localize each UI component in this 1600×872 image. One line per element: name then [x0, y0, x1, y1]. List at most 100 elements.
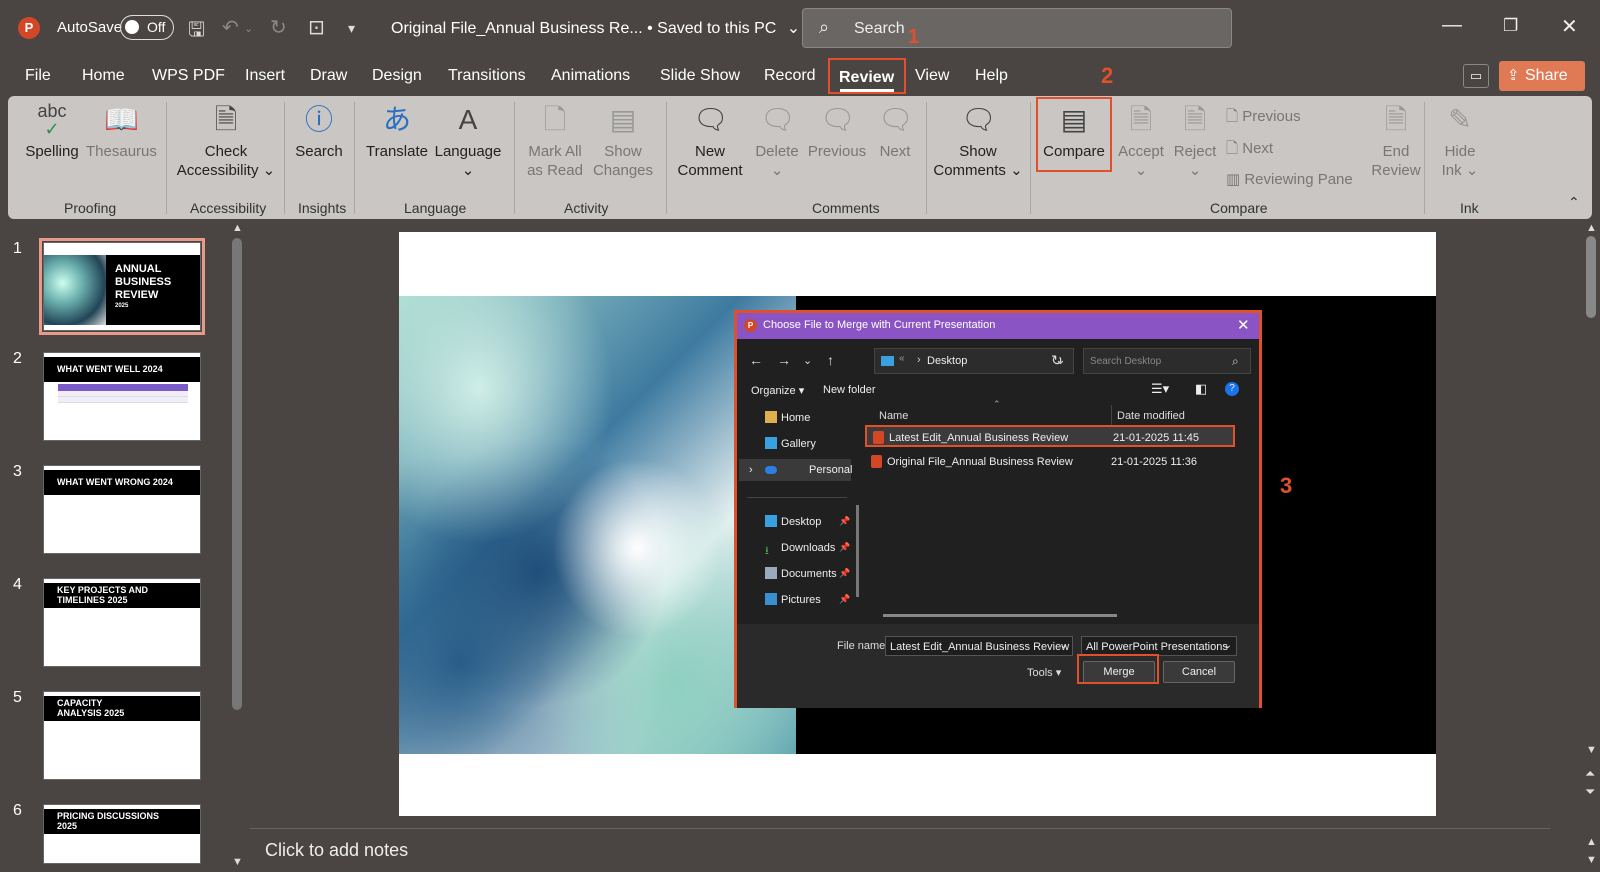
nav-scrollbar[interactable] — [856, 505, 859, 597]
previous-change-button[interactable]: 🗋 Previous — [1226, 106, 1301, 131]
close-icon[interactable]: ✕ — [1561, 14, 1578, 39]
next-slide-icon[interactable]: ⏷ — [1585, 784, 1595, 800]
slide-thumbnail-5[interactable]: CAPACITY ANALYSIS 2025 — [43, 691, 201, 780]
view-options-icon[interactable]: ☰▾ — [1151, 381, 1169, 397]
slide-thumbnail-4[interactable]: KEY PROJECTS AND TIMELINES 2025 — [43, 578, 201, 667]
delete-comment-button[interactable]: 🗨 Delete ⌄ — [750, 102, 804, 180]
file-list-scrollbar[interactable] — [883, 614, 1117, 617]
mark-all-as-read-button[interactable]: 🗋 Mark All as Read — [522, 102, 588, 180]
slide-thumbnail-1[interactable]: ANNUAL BUSINESS REVIEW 2025 — [39, 238, 205, 335]
scroll-up-icon[interactable]: ▲ — [232, 222, 243, 234]
previous-comment-button[interactable]: 🗨 Previous — [804, 102, 870, 161]
hide-ink-button[interactable]: ✎ Hide Ink ⌄ — [1430, 102, 1490, 180]
autosave-toggle[interactable]: Off — [120, 15, 174, 40]
reject-button[interactable]: 🗎 Reject ⌄ — [1168, 102, 1222, 180]
file-type-select[interactable]: All PowerPoint Presentations ⌄ — [1081, 636, 1237, 656]
thumbnail-title: KEY PROJECTS AND TIMELINES 2025 — [57, 585, 149, 605]
tab-design[interactable]: Design — [372, 67, 422, 85]
nav-pictures[interactable]: Pictures 📌 — [739, 589, 851, 611]
thumbnails-scrollbar[interactable] — [232, 238, 242, 710]
forward-arrow-icon[interactable]: → — [777, 352, 791, 368]
tab-insert[interactable]: Insert — [245, 67, 285, 85]
tab-file[interactable]: File — [25, 67, 51, 85]
spelling-button[interactable]: abc ✓ Spelling — [24, 102, 80, 161]
new-comment-button[interactable]: 🗨 New Comment — [672, 102, 748, 180]
comments-icon[interactable]: ▭ — [1463, 64, 1489, 88]
column-date-modified[interactable]: Date modified — [1117, 410, 1185, 422]
tab-review[interactable]: Review — [828, 58, 906, 94]
slide-thumbnail-3[interactable]: WHAT WENT WRONG 2024 — [43, 465, 201, 554]
notes-scroll-down-icon[interactable]: ▼ — [1586, 854, 1597, 866]
next-change-button[interactable]: 🗋 Next — [1226, 138, 1273, 163]
nav-downloads[interactable]: ⭳ Downloads 📌 — [739, 537, 851, 559]
dialog-close-icon[interactable]: ✕ — [1237, 316, 1250, 334]
document-title[interactable]: Original File_Annual Business Re... • Sa… — [391, 18, 800, 38]
back-arrow-icon[interactable]: ← — [749, 352, 763, 368]
tools-button[interactable]: Tools ▾ — [1027, 666, 1061, 679]
show-changes-label-1: Show — [604, 143, 642, 160]
refresh-icon[interactable]: ↻ — [1051, 352, 1063, 369]
file-row-original[interactable]: Original File_Annual Business Review 21-… — [865, 451, 1235, 473]
search-box[interactable]: ⌕ Search — [802, 8, 1232, 48]
save-icon[interactable]: 🖫 — [188, 15, 205, 49]
help-icon[interactable]: ? — [1225, 382, 1239, 396]
translate-button[interactable]: あ Translate — [366, 102, 428, 161]
tab-record[interactable]: Record — [764, 67, 816, 85]
tab-view[interactable]: View — [915, 67, 949, 85]
tab-home[interactable]: Home — [82, 67, 125, 85]
customize-toolbar-icon[interactable]: ▾ — [348, 20, 355, 37]
slide-thumbnail-2[interactable]: WHAT WENT WELL 2024 — [43, 352, 201, 441]
nav-gallery[interactable]: Gallery — [739, 433, 851, 455]
organize-button[interactable]: Organize ▾ — [751, 384, 804, 397]
show-changes-button[interactable]: ▤ Show Changes — [588, 102, 658, 180]
tab-transitions[interactable]: Transitions — [448, 67, 526, 85]
slide-scroll-up-icon[interactable]: ▲ — [1586, 222, 1597, 234]
check-accessibility-button[interactable]: 🗎 Check Accessibility ⌄ — [176, 102, 276, 180]
previous-slide-icon[interactable]: ⏶ — [1585, 766, 1595, 782]
end-review-button[interactable]: 🗎 End Review — [1366, 102, 1426, 180]
slide-thumbnail-6[interactable]: PRICING DISCUSSIONS 2025 — [43, 804, 201, 864]
new-folder-button[interactable]: New folder — [823, 384, 876, 396]
cancel-button[interactable]: Cancel — [1163, 661, 1235, 683]
next-change-label: Next — [1242, 140, 1274, 157]
minimize-icon[interactable]: — — [1442, 14, 1462, 37]
show-comments-button[interactable]: 🗨 Show Comments ⌄ — [932, 102, 1024, 180]
column-name[interactable]: Name — [879, 410, 908, 422]
tab-animations[interactable]: Animations — [551, 67, 630, 85]
file-name-input[interactable]: Latest Edit_Annual Business Review ⌄ — [885, 636, 1073, 656]
separator — [1030, 102, 1031, 214]
file-row-latest-edit[interactable]: Latest Edit_Annual Business Review 21-01… — [865, 425, 1235, 447]
scroll-down-icon[interactable]: ▼ — [232, 856, 243, 868]
address-bar[interactable]: « › Desktop ⌄ — [874, 348, 1074, 374]
preview-pane-icon[interactable]: ◧ — [1195, 381, 1207, 397]
nav-desktop[interactable]: Desktop 📌 — [739, 511, 851, 533]
nav-personal[interactable]: › Personal — [739, 459, 852, 481]
collapse-ribbon-icon[interactable]: ⌃ — [1568, 194, 1580, 211]
dialog-search-input[interactable]: Search Desktop ⌕ — [1083, 348, 1251, 374]
reviewing-pane-button[interactable]: ▥ Reviewing Pane — [1226, 170, 1353, 188]
tab-draw[interactable]: Draw — [310, 67, 347, 85]
nav-documents[interactable]: Documents 📌 — [739, 563, 851, 585]
slide-scrollbar[interactable] — [1586, 236, 1596, 318]
slide-scroll-down-icon[interactable]: ▼ — [1586, 744, 1597, 756]
redo-icon[interactable]: ↻ — [270, 15, 287, 40]
tab-help[interactable]: Help — [975, 67, 1008, 85]
recent-dropdown-icon[interactable]: ⌄ — [803, 354, 812, 367]
search-button[interactable]: ⓘ Search — [292, 102, 346, 161]
present-icon[interactable]: ⊡ — [308, 15, 325, 40]
accept-button[interactable]: 🗎 Accept ⌄ — [1114, 102, 1168, 180]
tab-wps-pdf[interactable]: WPS PDF — [152, 67, 225, 85]
share-button[interactable]: ⇪ Share — [1499, 61, 1585, 91]
file-date: 21-01-2025 11:36 — [1111, 456, 1198, 468]
tab-slide-show[interactable]: Slide Show — [660, 67, 740, 85]
restore-icon[interactable]: ❐ — [1503, 16, 1518, 36]
notes-scroll-up-icon[interactable]: ▲ — [1586, 836, 1597, 848]
undo-icon[interactable]: ↶ — [222, 15, 239, 40]
up-arrow-icon[interactable]: ↑ — [827, 352, 834, 368]
next-comment-button[interactable]: 🗨 Next — [870, 102, 920, 161]
undo-dropdown-icon[interactable]: ⌄ — [244, 22, 253, 35]
language-button[interactable]: A Language ⌄ — [432, 102, 504, 180]
notes-pane[interactable]: Click to add notes — [250, 834, 1540, 868]
thesaurus-button[interactable]: 📖 Thesaurus — [86, 102, 157, 161]
nav-home[interactable]: Home — [739, 407, 851, 429]
